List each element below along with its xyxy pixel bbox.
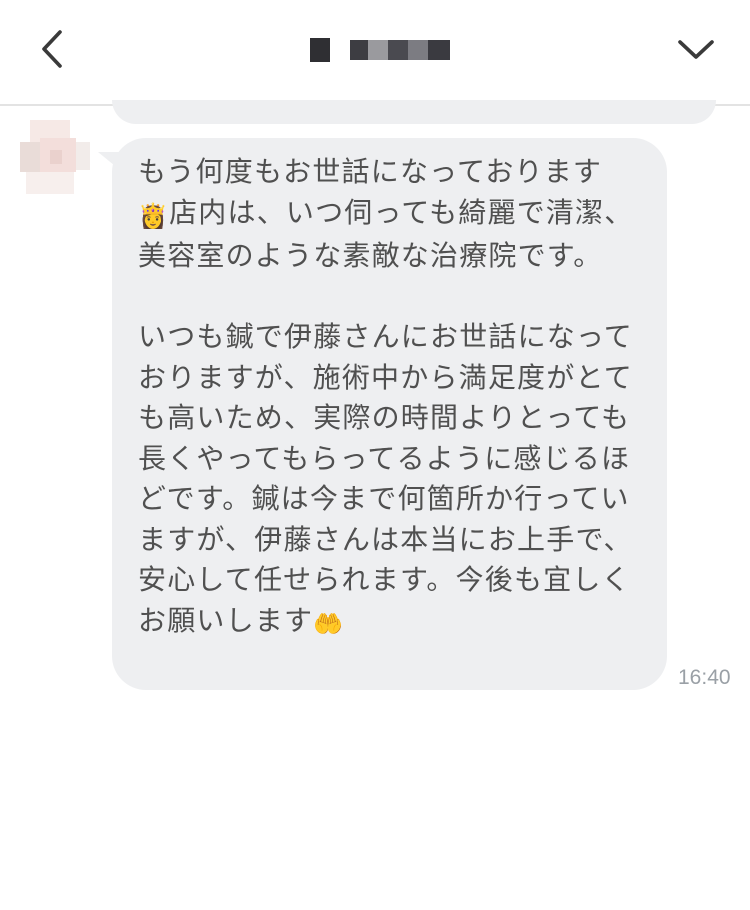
previous-message-bubble — [112, 100, 716, 124]
chevron-left-icon — [42, 30, 62, 68]
blurred-block — [428, 40, 450, 60]
blurred-block — [368, 40, 388, 60]
chevron-down-icon — [678, 40, 714, 59]
back-button[interactable] — [30, 24, 80, 74]
blurred-avatar-image — [16, 116, 92, 198]
message-paragraph-1-rest: 店内は、いつ伺っても綺麗で清潔、美容室のような素敵な治療院です。 — [138, 195, 634, 273]
chat-title-blurred — [310, 38, 460, 62]
message-timestamp: 16:40 — [678, 666, 731, 689]
blurred-block — [388, 40, 408, 60]
blurred-block — [408, 40, 428, 60]
avatar[interactable] — [16, 116, 92, 198]
message-paragraph-2: いつも鍼で伊藤さんにお世話になっておりますが、施術中から満足度がとても高いため、… — [138, 320, 634, 637]
blurred-block — [350, 40, 368, 60]
message-text: もう何度もお世話になっております 👸店内は、いつ伺っても綺麗で清潔、美容室のような… — [138, 152, 645, 644]
open-hands-emoji-icon: 🤲 — [313, 609, 345, 638]
message-bubble[interactable]: もう何度もお世話になっております 👸店内は、いつ伺っても綺麗で清潔、美容室のような… — [112, 138, 667, 690]
message-line-1: もう何度もお世話になっております — [138, 155, 603, 188]
blurred-block — [310, 38, 330, 62]
princess-emoji-icon: 👸 — [138, 201, 170, 230]
menu-toggle-button[interactable] — [668, 24, 724, 74]
chat-header — [0, 0, 750, 106]
